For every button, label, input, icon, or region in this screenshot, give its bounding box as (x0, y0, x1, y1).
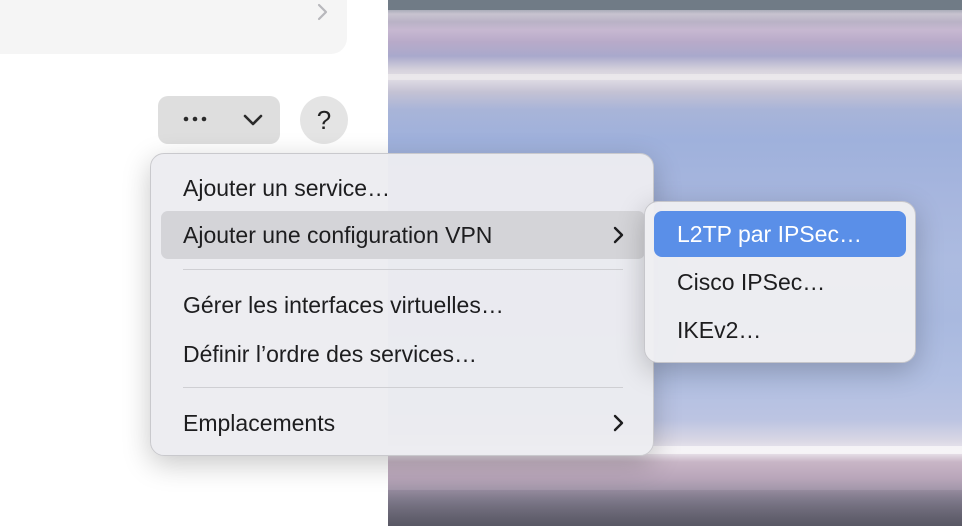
service-list-card[interactable] (0, 0, 347, 54)
submenu-item-l2tp-over-ipsec[interactable]: L2TP par IPSec… (654, 211, 906, 257)
actions-menu: Ajouter un service… Ajouter une configur… (150, 153, 654, 456)
menu-item-label: Définir l’ordre des services… (183, 341, 477, 367)
menu-item-label: Ajouter un service… (183, 175, 391, 201)
menu-item-label: Gérer les interfaces virtuelles… (183, 292, 504, 318)
help-button[interactable]: ? (300, 96, 348, 144)
chevron-right-icon (317, 3, 328, 21)
submenu-item-label: IKEv2… (677, 317, 762, 343)
submenu-item-ikev2[interactable]: IKEv2… (654, 307, 906, 353)
wallpaper-band (388, 0, 962, 10)
submenu-item-label: Cisco IPSec… (677, 269, 826, 295)
vpn-type-submenu: L2TP par IPSec… Cisco IPSec… IKEv2… (644, 201, 916, 363)
more-actions-button[interactable] (158, 96, 280, 144)
menu-item-add-vpn-configuration[interactable]: Ajouter une configuration VPN (161, 211, 645, 259)
menu-separator (183, 269, 623, 270)
submenu-item-cisco-ipsec[interactable]: Cisco IPSec… (654, 259, 906, 305)
menu-item-manage-virtual-interfaces[interactable]: Gérer les interfaces virtuelles… (161, 281, 645, 329)
menu-item-set-service-order[interactable]: Définir l’ordre des services… (161, 330, 645, 378)
menu-item-add-service[interactable]: Ajouter un service… (161, 164, 645, 212)
submenu-item-label: L2TP par IPSec… (677, 221, 862, 247)
menu-item-label: Emplacements (183, 410, 336, 436)
chevron-right-icon (613, 226, 624, 244)
menu-separator (183, 387, 623, 388)
chevron-down-icon (243, 114, 263, 126)
chevron-right-icon (613, 414, 624, 432)
wallpaper-band (388, 74, 962, 80)
ellipsis-icon (183, 116, 207, 122)
menu-item-label: Ajouter une configuration VPN (183, 222, 493, 248)
wallpaper-band (388, 490, 962, 526)
menu-item-locations[interactable]: Emplacements (161, 399, 645, 447)
